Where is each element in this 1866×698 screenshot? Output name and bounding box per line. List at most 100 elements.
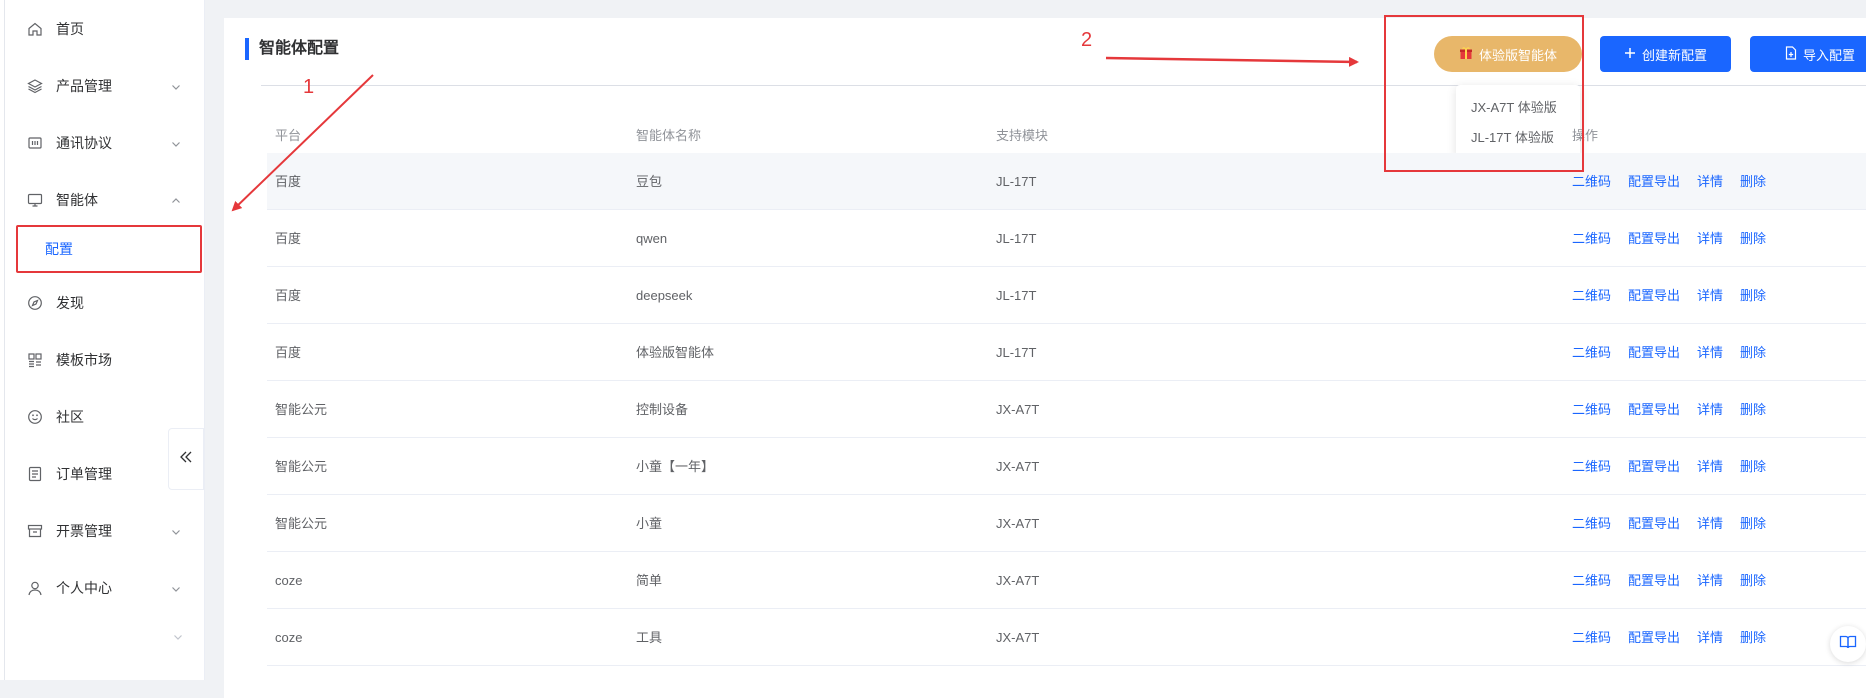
details-link[interactable]: 详情: [1697, 267, 1723, 324]
cell-module: JL-17T: [996, 174, 1037, 189]
qrcode-link[interactable]: 二维码: [1572, 153, 1611, 210]
cell-name: qwen: [636, 231, 668, 246]
sidebar-item-label: 发现: [56, 295, 84, 311]
smile-icon: [26, 408, 44, 426]
delete-link[interactable]: 删除: [1740, 609, 1766, 666]
details-link[interactable]: 详情: [1697, 495, 1723, 552]
details-link[interactable]: 详情: [1697, 324, 1723, 381]
delete-link[interactable]: 删除: [1740, 438, 1766, 495]
sidebar-item-protocol[interactable]: 通讯协议: [0, 128, 205, 158]
row-actions: 二维码 配置导出 详情 删除: [1572, 153, 1783, 210]
qrcode-link[interactable]: 二维码: [1572, 210, 1611, 267]
sidebar-item-home[interactable]: 首页: [0, 14, 205, 44]
plus-icon: [1624, 47, 1642, 62]
column-header-name: 智能体名称: [636, 128, 702, 143]
trial-agent-button[interactable]: 体验版智能体: [1434, 36, 1582, 72]
details-link[interactable]: 详情: [1697, 381, 1723, 438]
chevron-down-icon[interactable]: [172, 630, 184, 642]
sidebar-subitem-label: 配置: [45, 241, 73, 257]
export-config-link[interactable]: 配置导出: [1628, 267, 1680, 324]
double-chevron-left-icon: [178, 449, 194, 470]
delete-link[interactable]: 删除: [1740, 153, 1766, 210]
table-row: 智能公元 小童【一年】 JX-A7T 二维码 配置导出 详情 删除: [267, 438, 1866, 495]
qrcode-link[interactable]: 二维码: [1572, 267, 1611, 324]
dropdown-item-jx-a7t[interactable]: JX-A7T 体验版: [1456, 91, 1580, 121]
book-icon-button[interactable]: [1830, 626, 1866, 662]
sidebar-item-invoices[interactable]: 开票管理: [0, 516, 205, 546]
layers-icon: [26, 77, 44, 95]
delete-link[interactable]: 删除: [1740, 552, 1766, 609]
export-config-link[interactable]: 配置导出: [1628, 609, 1680, 666]
cell-module: JX-A7T: [996, 630, 1040, 645]
export-config-link[interactable]: 配置导出: [1628, 438, 1680, 495]
cell-module: JX-A7T: [996, 402, 1040, 417]
file-import-icon: [1785, 45, 1803, 63]
sidebar: 首页 产品管理 通讯协议 智能体 配置 发现 模板市场 社区 订单管理 开票管理…: [0, 0, 205, 680]
row-actions: 二维码 配置导出 详情 删除: [1572, 552, 1783, 609]
delete-link[interactable]: 删除: [1740, 381, 1766, 438]
qrcode-link[interactable]: 二维码: [1572, 552, 1611, 609]
qrcode-link[interactable]: 二维码: [1572, 324, 1611, 381]
order-icon: [26, 465, 44, 483]
delete-link[interactable]: 删除: [1740, 210, 1766, 267]
sidebar-subitem-config[interactable]: 配置: [16, 225, 202, 273]
delete-link[interactable]: 删除: [1740, 324, 1766, 381]
delete-link[interactable]: 删除: [1740, 495, 1766, 552]
cell-platform: coze: [275, 573, 303, 588]
row-actions: 二维码 配置导出 详情 删除: [1572, 438, 1783, 495]
row-actions: 二维码 配置导出 详情 删除: [1572, 267, 1783, 324]
export-config-link[interactable]: 配置导出: [1628, 210, 1680, 267]
collapse-sidebar-button[interactable]: [168, 428, 204, 490]
cell-platform: 百度: [275, 174, 302, 189]
page-title: 智能体配置: [259, 40, 340, 57]
export-config-link[interactable]: 配置导出: [1628, 153, 1680, 210]
cell-name: deepseek: [636, 288, 693, 303]
delete-link[interactable]: 删除: [1740, 267, 1766, 324]
cell-module: JX-A7T: [996, 573, 1040, 588]
export-config-link[interactable]: 配置导出: [1628, 381, 1680, 438]
qrcode-link[interactable]: 二维码: [1572, 495, 1611, 552]
table-row: 百度 体验版智能体 JL-17T 二维码 配置导出 详情 删除: [267, 324, 1866, 381]
sidebar-item-discover[interactable]: 发现: [0, 288, 205, 318]
details-link[interactable]: 详情: [1697, 210, 1723, 267]
annotation-number-1: 1: [303, 76, 315, 98]
sidebar-item-products[interactable]: 产品管理: [0, 71, 205, 101]
row-actions: 二维码 配置导出 详情 删除: [1572, 495, 1783, 552]
export-config-link[interactable]: 配置导出: [1628, 324, 1680, 381]
details-link[interactable]: 详情: [1697, 438, 1723, 495]
column-header-module: 支持模块: [996, 128, 1049, 143]
import-config-button[interactable]: 导入配置: [1750, 36, 1866, 72]
cell-module: JL-17T: [996, 231, 1037, 246]
sidebar-item-profile[interactable]: 个人中心: [0, 573, 205, 603]
create-config-button[interactable]: 创建新配置: [1600, 36, 1731, 72]
table-row: 百度 豆包 JL-17T 二维码 配置导出 详情 删除: [267, 153, 1866, 210]
details-link[interactable]: 详情: [1697, 153, 1723, 210]
cell-name: 简单: [636, 573, 663, 588]
cell-module: JX-A7T: [996, 516, 1040, 531]
details-link[interactable]: 详情: [1697, 609, 1723, 666]
qrcode-link[interactable]: 二维码: [1572, 609, 1611, 666]
template-icon: [26, 351, 44, 369]
compass-icon: [26, 294, 44, 312]
cell-name: 控制设备: [636, 402, 689, 417]
details-link[interactable]: 详情: [1697, 552, 1723, 609]
sidebar-item-label: 社区: [56, 409, 84, 425]
column-header-actions: 操作: [1572, 128, 1599, 143]
sidebar-item-label: 通讯协议: [56, 135, 112, 151]
book-icon: [1839, 634, 1857, 655]
sidebar-item-label: 智能体: [56, 192, 98, 208]
sidebar-item-label: 模板市场: [56, 352, 112, 368]
cell-module: JL-17T: [996, 288, 1037, 303]
qrcode-link[interactable]: 二维码: [1572, 381, 1611, 438]
qrcode-link[interactable]: 二维码: [1572, 438, 1611, 495]
cell-module: JX-A7T: [996, 459, 1040, 474]
sidebar-item-agent[interactable]: 智能体: [0, 185, 205, 215]
row-actions: 二维码 配置导出 详情 删除: [1572, 609, 1783, 666]
chevron-up-icon: [170, 194, 182, 206]
row-actions: 二维码 配置导出 详情 删除: [1572, 381, 1783, 438]
export-config-link[interactable]: 配置导出: [1628, 495, 1680, 552]
export-config-link[interactable]: 配置导出: [1628, 552, 1680, 609]
sidebar-item-templates[interactable]: 模板市场: [0, 345, 205, 375]
protocol-icon: [26, 134, 44, 152]
cell-platform: 智能公元: [275, 516, 328, 531]
